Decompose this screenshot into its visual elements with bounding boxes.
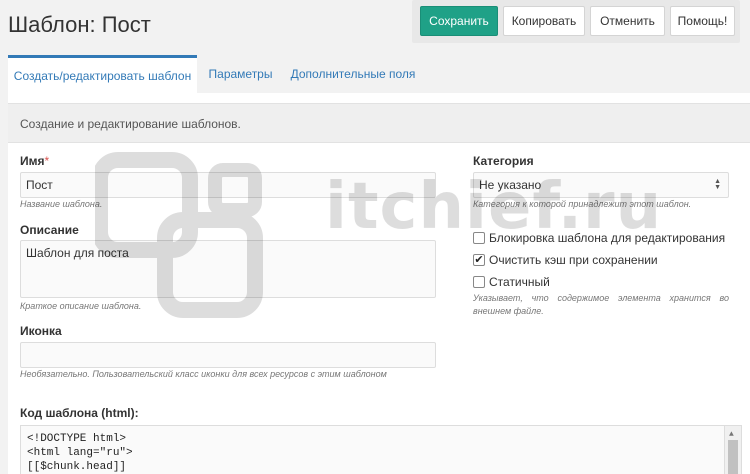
tab-bar: Создать/редактировать шаблон Параметры Д… [0,55,750,93]
static-checkbox[interactable] [473,276,485,288]
code-line: [[$chunk.head]] [27,461,127,473]
page-title: Шаблон: Пост [8,12,151,37]
cancel-button[interactable]: Отменить [590,6,665,36]
code-scrollbar[interactable]: ▲ [724,426,741,474]
template-code-editor[interactable]: <!DOCTYPE html> <html lang="ru"> [[$chun… [20,425,742,474]
save-button[interactable]: Сохранить [420,6,498,36]
description-textarea[interactable]: Шаблон для поста [20,240,436,298]
category-select[interactable]: Не указано ▲ ▼ [473,172,729,198]
tab-create-edit-template[interactable]: Создать/редактировать шаблон [8,55,197,93]
name-input[interactable]: Пост [20,172,436,198]
name-label-text: Имя [20,154,45,168]
lock-template-label: Блокировка шаблона для редактирования [489,231,726,245]
clear-cache-checkbox[interactable]: ✔ [473,254,485,266]
category-label: Категория [473,154,534,168]
clear-cache-label: Очистить кэш при сохранении [489,253,658,267]
static-checkbox-row[interactable]: Статичный [473,275,550,289]
description-label: Описание [20,223,79,237]
lock-template-checkbox-row[interactable]: Блокировка шаблона для редактирования [473,231,725,245]
description-hint: Краткое описание шаблона. [20,301,142,311]
clear-cache-checkbox-row[interactable]: ✔ Очистить кэш при сохранении [473,253,658,267]
category-hint: Категория к которой принадлежит этот шаб… [473,199,692,209]
tab-parameters[interactable]: Параметры [203,55,278,93]
category-selected-value: Не указано [479,178,542,192]
checkmark-icon: ✔ [474,253,484,266]
action-toolbar: Сохранить Копировать Отменить Помощь! [412,0,740,43]
help-button[interactable]: Помощь! [670,6,735,36]
copy-button[interactable]: Копировать [503,6,585,36]
static-label: Статичный [489,275,550,289]
code-line: <html lang="ru"> [27,447,133,459]
scroll-thumb[interactable] [728,440,738,474]
icon-class-input[interactable] [20,342,436,368]
required-marker: * [44,154,50,168]
name-hint: Название шаблона. [20,199,103,209]
code-line: <!DOCTYPE html> [27,433,127,445]
icon-label: Иконка [20,324,62,338]
icon-hint: Необязательно. Пользовательский класс ик… [20,369,387,379]
panel-description: Создание и редактирование шаблонов. [8,103,750,143]
tab-additional-fields[interactable]: Дополнительные поля [286,55,420,93]
name-label: Имя* [20,154,49,168]
select-arrows-icon: ▲ ▼ [714,178,721,191]
template-edit-panel: Создание и редактирование шаблонов. Имя*… [8,93,750,474]
lock-template-checkbox[interactable] [473,232,485,244]
template-code-label: Код шаблона (html): [20,406,139,420]
static-hint: Указывает, что содержимое элемента храни… [473,293,729,316]
